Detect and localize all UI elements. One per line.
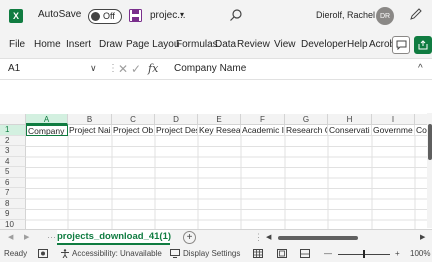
user-name: Dierolf, Rachel [316,10,376,20]
chevron-down-icon[interactable]: ∨ [90,63,97,74]
accessibility-status[interactable]: Accessibility: Unavailable [72,249,162,258]
row-header[interactable]: 1 [0,125,26,136]
horizontal-scroll-thumb[interactable] [278,236,358,240]
sheet-tab-active[interactable]: projects_download_41(1) [57,230,171,245]
tab-data[interactable]: Data [215,39,236,50]
row-header[interactable]: 2 [0,135,26,146]
page-break-view-icon[interactable] [300,249,310,258]
formula-bar: A1 ∨ ⋮ ✕ ✓ fx Company Name ^ [0,58,432,80]
grid-lines [26,135,428,229]
formula-bar-separator: ⋮ [108,63,118,74]
display-settings-icon[interactable] [170,249,180,258]
status-ready: Ready [4,249,28,258]
cell-e1[interactable]: Key Resear [198,125,241,136]
cancel-icon[interactable]: ✕ [118,62,128,76]
collapse-formula-icon[interactable]: ^ [418,63,423,74]
row-header[interactable]: 5 [0,167,26,178]
row-header[interactable]: 3 [0,146,26,157]
cell-c1[interactable]: Project Ob [112,125,155,136]
toggle-knob [91,12,100,21]
cell-d1[interactable]: Project Des [155,125,198,136]
tab-home[interactable]: Home [34,39,61,50]
tab-developer[interactable]: Developer [301,39,347,50]
row-header[interactable]: 10 [0,219,26,229]
avatar[interactable]: DR [376,7,394,25]
column-header[interactable]: B [68,114,112,125]
sheet-tab-bar: ◀ ▶ ⋯ projects_download_41(1) + ⋮ ◀ ▶ [0,229,432,245]
cell-h1[interactable]: Conservati [328,125,372,136]
tab-insert[interactable]: Insert [66,39,91,50]
scroll-left-icon[interactable]: ◀ [266,233,271,241]
column-header[interactable]: H [328,114,372,125]
page-layout-view-icon[interactable] [277,249,287,258]
pen-icon[interactable] [409,7,423,21]
insert-function-button[interactable]: fx [148,62,158,75]
zoom-slider-thumb[interactable] [363,250,365,258]
scroll-right-icon[interactable]: ▶ [420,233,425,241]
tab-splitter-icon[interactable]: ⋮ [254,232,263,243]
check-icon[interactable]: ✓ [131,62,141,76]
row-header[interactable]: 7 [0,188,26,199]
row-header[interactable]: 8 [0,198,26,209]
formula-expanded-area[interactable] [0,80,432,110]
more-sheets-icon[interactable]: ⋯ [47,232,56,243]
spreadsheet-grid[interactable]: A B C D E F G H I 1 2 3 4 5 6 7 8 9 10 C… [0,110,428,229]
normal-view-icon[interactable] [253,249,263,258]
tab-formulas[interactable]: Formulas [176,39,218,50]
search-icon[interactable] [229,8,243,22]
autosave-label: AutoSave [38,9,82,20]
ribbon-menu: File Home Insert Draw Page Layou Formula… [0,32,432,58]
row-header[interactable]: 4 [0,156,26,167]
tab-file[interactable]: File [9,39,25,50]
zoom-level[interactable]: 100% [410,249,430,258]
comment-button[interactable] [392,36,410,54]
status-bar: Ready Accessibility: Unavailable Display… [0,245,432,262]
tab-help[interactable]: Help [347,39,368,50]
formula-input[interactable]: Company Name [174,63,246,74]
cell-g1[interactable]: Research C [285,125,328,136]
column-header[interactable]: A [26,114,68,125]
macro-recorder-icon[interactable] [38,249,48,258]
autosave-toggle[interactable]: Off [88,9,122,24]
excel-icon[interactable]: X [9,9,23,23]
cell-a1[interactable]: Company N [26,125,68,136]
tab-view[interactable]: View [274,39,296,50]
share-button[interactable] [414,36,432,54]
zoom-out-button[interactable]: — [324,249,332,258]
name-box[interactable]: A1 [8,63,20,74]
accessibility-icon[interactable] [60,249,70,258]
tab-page-layout[interactable]: Page Layou [126,39,179,50]
next-sheet-icon[interactable]: ▶ [24,233,29,241]
column-header[interactable]: C [112,114,155,125]
cell-i1[interactable]: Governme [372,125,415,136]
cell-f1[interactable]: Academic I [241,125,285,136]
vertical-scroll-thumb[interactable] [428,124,432,160]
row-header[interactable]: 9 [0,209,26,220]
zoom-in-button[interactable]: + [395,249,400,258]
column-header[interactable]: I [372,114,415,125]
column-header[interactable]: D [155,114,198,125]
save-icon[interactable] [129,9,142,22]
tab-review[interactable]: Review [237,39,270,50]
autosave-state: Off [103,11,115,21]
tab-draw[interactable]: Draw [99,39,122,50]
chevron-down-icon[interactable]: ▾ [180,10,184,19]
column-header[interactable]: E [198,114,241,125]
display-settings[interactable]: Display Settings [183,249,240,258]
title-bar: X AutoSave Off projec... ▾ Dierolf, Rach… [0,0,432,32]
column-header[interactable]: G [285,114,328,125]
previous-sheet-icon[interactable]: ◀ [8,233,13,241]
comment-icon [396,40,406,50]
cell-b1[interactable]: Project Nai [68,125,112,136]
select-all-corner[interactable] [0,114,26,125]
row-header[interactable]: 6 [0,177,26,188]
column-header[interactable]: F [241,114,285,125]
add-sheet-button[interactable]: + [183,231,196,244]
share-icon [418,40,427,50]
